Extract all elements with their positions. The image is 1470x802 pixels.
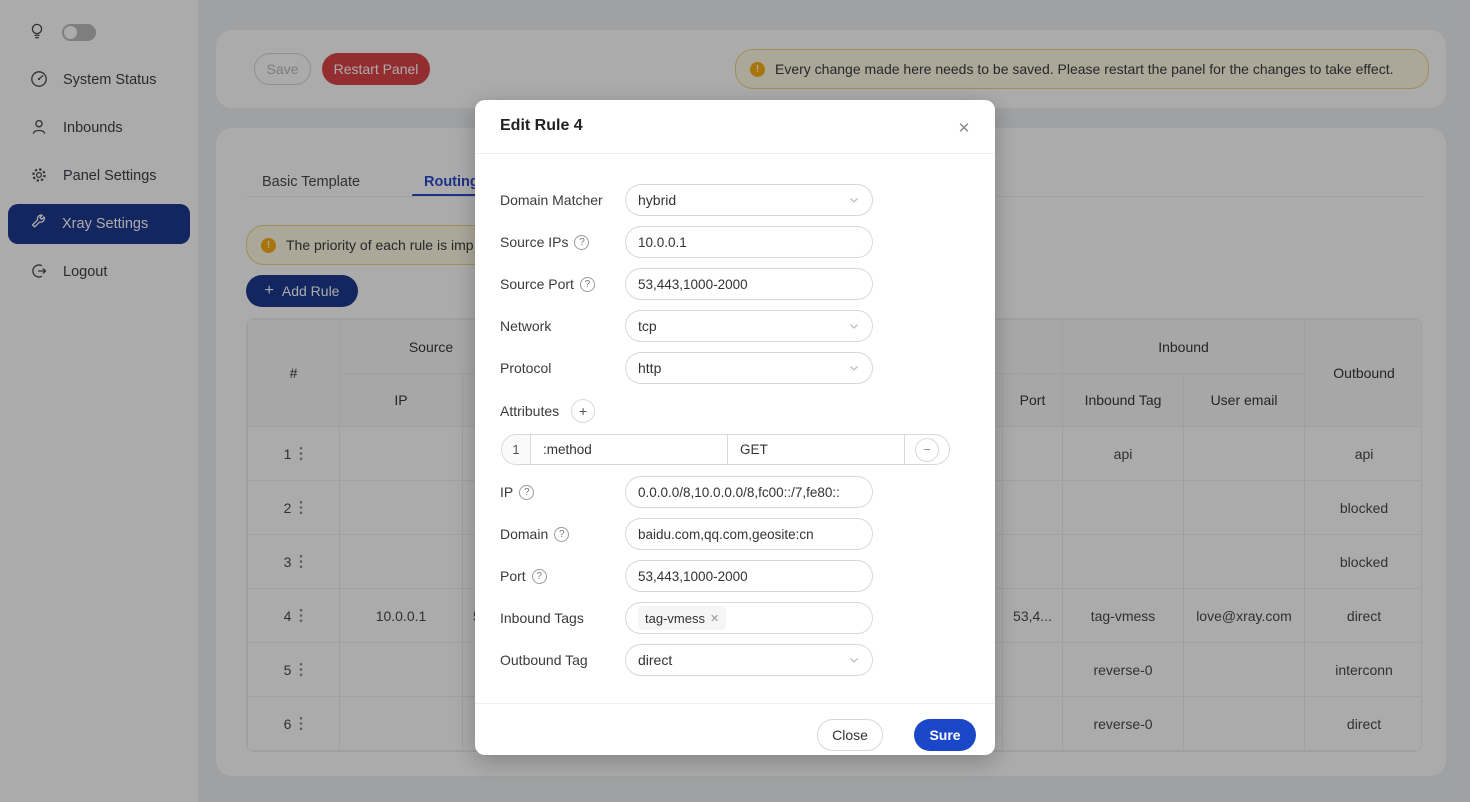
field-label: Protocol [500, 360, 551, 376]
port-input-wrap [625, 560, 873, 592]
attribute-remove-wrap: − [905, 435, 949, 464]
help-icon[interactable]: ? [574, 235, 589, 250]
source-port-input[interactable] [638, 277, 860, 292]
field-domain: Domain? [500, 518, 873, 550]
tag-chip-label: tag-vmess [645, 611, 705, 626]
attribute-value-input[interactable] [740, 442, 892, 457]
field-label: Port [500, 568, 526, 584]
field-label: IP [500, 484, 513, 500]
field-label: Domain Matcher [500, 192, 603, 208]
field-network: Network tcp [500, 310, 873, 342]
source-ips-input-wrap [625, 226, 873, 258]
remove-attribute-button[interactable]: − [915, 438, 939, 462]
attribute-value-wrap [728, 435, 905, 464]
field-label: Domain [500, 526, 548, 542]
modal-sure-button[interactable]: Sure [914, 719, 976, 751]
attribute-key-input[interactable] [543, 442, 715, 457]
help-icon[interactable]: ? [554, 527, 569, 542]
help-icon[interactable]: ? [580, 277, 595, 292]
modal-header: Edit Rule 4 ✕ [475, 100, 995, 154]
field-attributes: Attributes + [500, 395, 595, 427]
chevron-down-icon [848, 362, 860, 374]
outbound-tag-select[interactable]: direct [625, 644, 873, 676]
ip-input-wrap [625, 476, 873, 508]
chevron-down-icon [848, 320, 860, 332]
field-label: Network [500, 318, 551, 334]
field-outbound-tag: Outbound Tag direct [500, 644, 873, 676]
modal-close-button[interactable]: Close [817, 719, 883, 751]
inbound-tags-input[interactable]: tag-vmess ✕ [625, 602, 873, 634]
field-source-ips: Source IPs? [500, 226, 873, 258]
field-label: Source IPs [500, 234, 568, 250]
port-input[interactable] [638, 569, 860, 584]
tag-chip: tag-vmess ✕ [638, 606, 726, 630]
domain-input[interactable] [638, 527, 860, 542]
field-protocol: Protocol http [500, 352, 873, 384]
attribute-index: 1 [502, 435, 531, 464]
chevron-down-icon [848, 654, 860, 666]
help-icon[interactable]: ? [519, 485, 534, 500]
field-port: Port? [500, 560, 873, 592]
domain-input-wrap [625, 518, 873, 550]
chevron-down-icon [848, 194, 860, 206]
field-label: Attributes [500, 403, 559, 419]
edit-rule-modal: Edit Rule 4 ✕ Domain Matcher hybrid Sour… [475, 100, 995, 755]
field-label: Source Port [500, 276, 574, 292]
source-port-input-wrap [625, 268, 873, 300]
modal-title: Edit Rule 4 [500, 117, 583, 135]
help-icon[interactable]: ? [532, 569, 547, 584]
attribute-row: 1 − [501, 434, 950, 465]
modal-footer: Close Sure [475, 703, 995, 755]
ip-input[interactable] [638, 485, 860, 500]
field-domain-matcher: Domain Matcher hybrid [500, 184, 873, 216]
source-ips-input[interactable] [638, 235, 860, 250]
field-inbound-tags: Inbound Tags tag-vmess ✕ [500, 602, 873, 634]
add-attribute-button[interactable]: + [571, 399, 595, 423]
remove-tag-icon[interactable]: ✕ [710, 612, 719, 625]
network-select[interactable]: tcp [625, 310, 873, 342]
domain-matcher-select[interactable]: hybrid [625, 184, 873, 216]
protocol-select[interactable]: http [625, 352, 873, 384]
close-icon[interactable]: ✕ [953, 117, 975, 139]
attribute-key-wrap [531, 435, 728, 464]
field-label: Outbound Tag [500, 652, 588, 668]
field-label: Inbound Tags [500, 610, 584, 626]
field-ip: IP? [500, 476, 873, 508]
field-source-port: Source Port? [500, 268, 873, 300]
